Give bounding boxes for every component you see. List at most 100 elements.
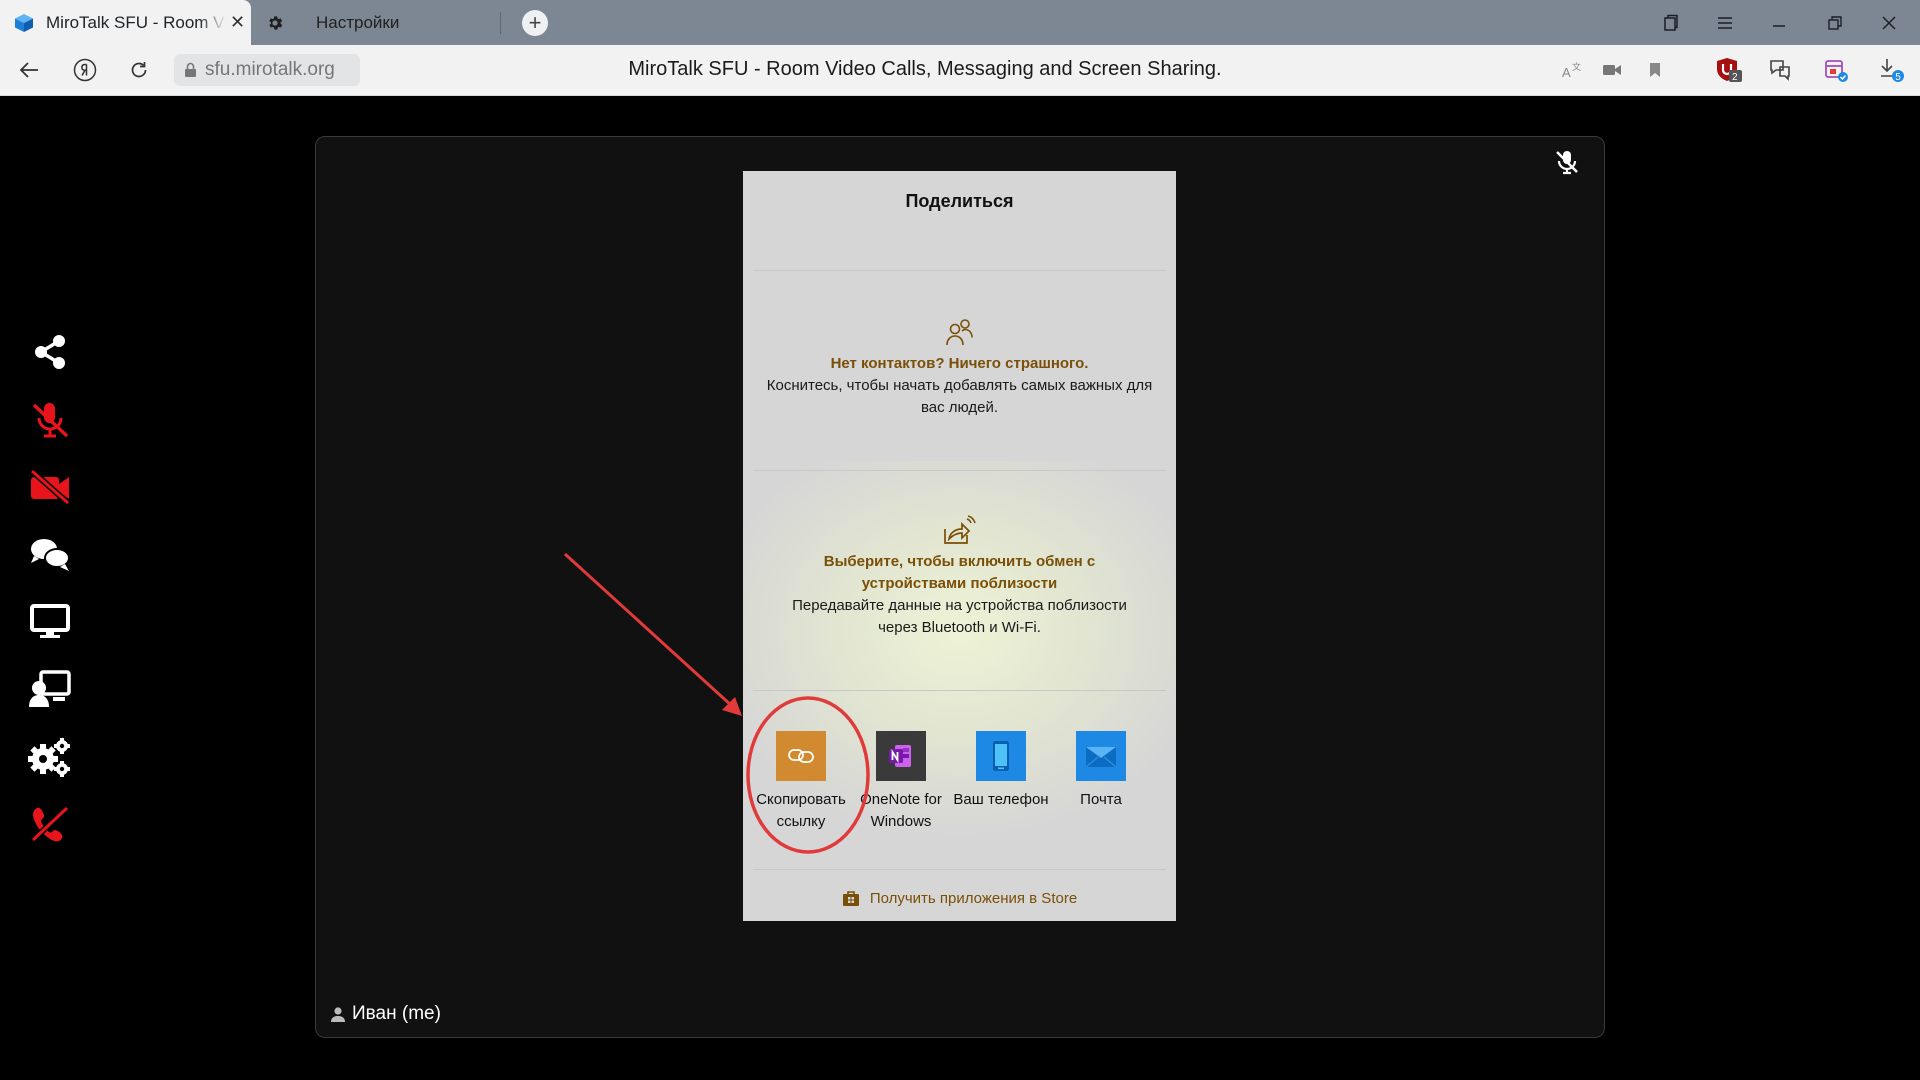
calendar-check-icon [1825, 60, 1848, 82]
link-icon [788, 749, 814, 763]
address-bar: sfu.mirotalk.org MiroTalk SFU - Room Vid… [0, 45, 1920, 96]
app-tile [1076, 731, 1126, 781]
translate-icon: A文 [1562, 61, 1581, 79]
store-bag-icon [842, 891, 859, 906]
tab-mirotalk[interactable]: MiroTalk SFU - Room Video Calls, Messagi… [0, 0, 251, 45]
hamburger-icon [1718, 16, 1732, 29]
divider [753, 470, 1166, 471]
tab-title: Настройки [316, 12, 400, 32]
svg-text:A: A [1562, 65, 1571, 79]
extension-button[interactable] [1766, 57, 1794, 83]
ublock-shield-icon: 2 [1717, 58, 1742, 83]
minimize-button[interactable] [1752, 0, 1806, 45]
lock-icon [185, 62, 196, 77]
share-apps-row: Скопировать ссылку OneNote for Windows В… [743, 731, 1176, 851]
arrow-left-icon [19, 62, 38, 78]
divider [753, 270, 1166, 271]
new-tab-button[interactable]: + [522, 10, 548, 36]
contacts-heading: Нет контактов? Ничего страшного. [830, 355, 1089, 372]
url-field[interactable]: sfu.mirotalk.org [174, 54, 360, 86]
bookmarks-panel-icon [1664, 14, 1678, 31]
minimize-icon [1773, 24, 1785, 27]
gear-icon [269, 15, 283, 30]
close-icon[interactable]: ✕ [230, 12, 245, 33]
contacts-section[interactable]: Нет контактов? Ничего страшного. Косните… [743, 317, 1176, 419]
tab-settings[interactable]: Настройки [258, 0, 498, 45]
ublock-badge: 2 [1732, 72, 1738, 83]
screen-share-button[interactable] [27, 599, 73, 645]
mic-off-icon [32, 403, 69, 438]
yandex-logo-icon [73, 58, 97, 82]
mic-off-icon [1556, 151, 1578, 175]
chat-button[interactable] [27, 532, 73, 578]
your-phone-app[interactable]: Ваш телефон [953, 731, 1049, 833]
mic-toggle-button[interactable] [27, 397, 73, 443]
screen-share-icon [30, 604, 70, 638]
url-text: sfu.mirotalk.org [205, 59, 335, 80]
settings-icon [28, 738, 70, 777]
translate-button[interactable]: A文 [1558, 57, 1586, 83]
nearby-heading: Выберите, чтобы включить обмен с устройс… [823, 553, 1096, 592]
user-icon [331, 1007, 345, 1022]
download-icon: 5 [1881, 59, 1904, 83]
contacts-body: Коснитесь, чтобы начать добавлять самых … [766, 377, 1153, 416]
reload-icon [131, 62, 147, 78]
app-label: Почта [1080, 791, 1122, 808]
speech-bubbles-icon [1770, 60, 1790, 81]
phone-icon [993, 741, 1009, 771]
tab-separator [500, 12, 501, 34]
store-link-label: Получить приложения в Store [869, 890, 1078, 907]
divider [753, 869, 1166, 870]
tab-bar: MiroTalk SFU - Room Video Calls, Messagi… [0, 0, 1920, 45]
extension-calendar-button[interactable] [1822, 57, 1850, 83]
onenote-icon [889, 745, 911, 767]
video-camera-icon [1603, 65, 1621, 75]
yandex-button[interactable] [68, 55, 102, 85]
bookmark-icon [1650, 63, 1660, 77]
reload-button[interactable] [122, 55, 156, 85]
share-icon [35, 335, 65, 369]
camera-off-icon [30, 469, 70, 505]
svg-text:文: 文 [1572, 61, 1581, 73]
app-label: Скопировать ссылку [756, 791, 846, 830]
bookmarks-panel-button[interactable] [1644, 0, 1698, 45]
share-room-button[interactable] [27, 329, 73, 375]
presenter-icon [29, 670, 71, 707]
bookmark-button[interactable] [1641, 57, 1669, 83]
mail-icon [1085, 747, 1117, 768]
nearby-body: Передавайте данные на устройства поблизо… [792, 597, 1127, 636]
camera-toggle-button[interactable] [27, 464, 73, 510]
downloads-badge: 5 [1895, 72, 1901, 83]
app-label: OneNote for Windows [860, 791, 942, 830]
ublock-extension-button[interactable]: 2 [1714, 57, 1744, 83]
people-icon [945, 319, 973, 346]
camera-button[interactable] [1598, 57, 1626, 83]
participant-name: Иван (me) [352, 1003, 441, 1024]
onenote-app[interactable]: OneNote for Windows [853, 731, 949, 833]
menu-button[interactable] [1698, 0, 1752, 45]
chat-icon [31, 539, 70, 571]
presenter-button[interactable] [27, 666, 73, 712]
hang-up-button[interactable] [27, 801, 73, 847]
app-tile [876, 731, 926, 781]
copy-link-app[interactable]: Скопировать ссылку [753, 731, 849, 833]
tab-title: MiroTalk SFU - Room Video Calls, Messagi… [46, 12, 226, 32]
close-window-button[interactable] [1862, 0, 1916, 45]
page-title: MiroTalk SFU - Room Video Calls, Messagi… [628, 58, 1222, 80]
participant-name-tag: Иван (me) [330, 1003, 441, 1025]
share-dialog: Поделиться Нет контактов? Ничего страшно… [743, 171, 1176, 921]
restore-button[interactable] [1808, 0, 1862, 45]
get-apps-store-link[interactable]: Получить приложения в Store [743, 890, 1176, 907]
tile-mic-toggle[interactable] [1554, 149, 1582, 177]
cube-favicon-icon [15, 13, 33, 32]
mail-app[interactable]: Почта [1053, 731, 1149, 833]
share-dialog-title: Поделиться [905, 191, 1014, 211]
app-label: Ваш телефон [953, 791, 1049, 808]
settings-button[interactable] [27, 734, 73, 780]
hang-up-icon [30, 805, 70, 843]
app-tile [976, 731, 1026, 781]
back-button[interactable] [12, 55, 46, 85]
nearby-sharing-section[interactable]: Выберите, чтобы включить обмен с устройс… [743, 515, 1176, 639]
close-window-icon [1882, 15, 1896, 30]
downloads-button[interactable]: 5 [1878, 57, 1906, 83]
